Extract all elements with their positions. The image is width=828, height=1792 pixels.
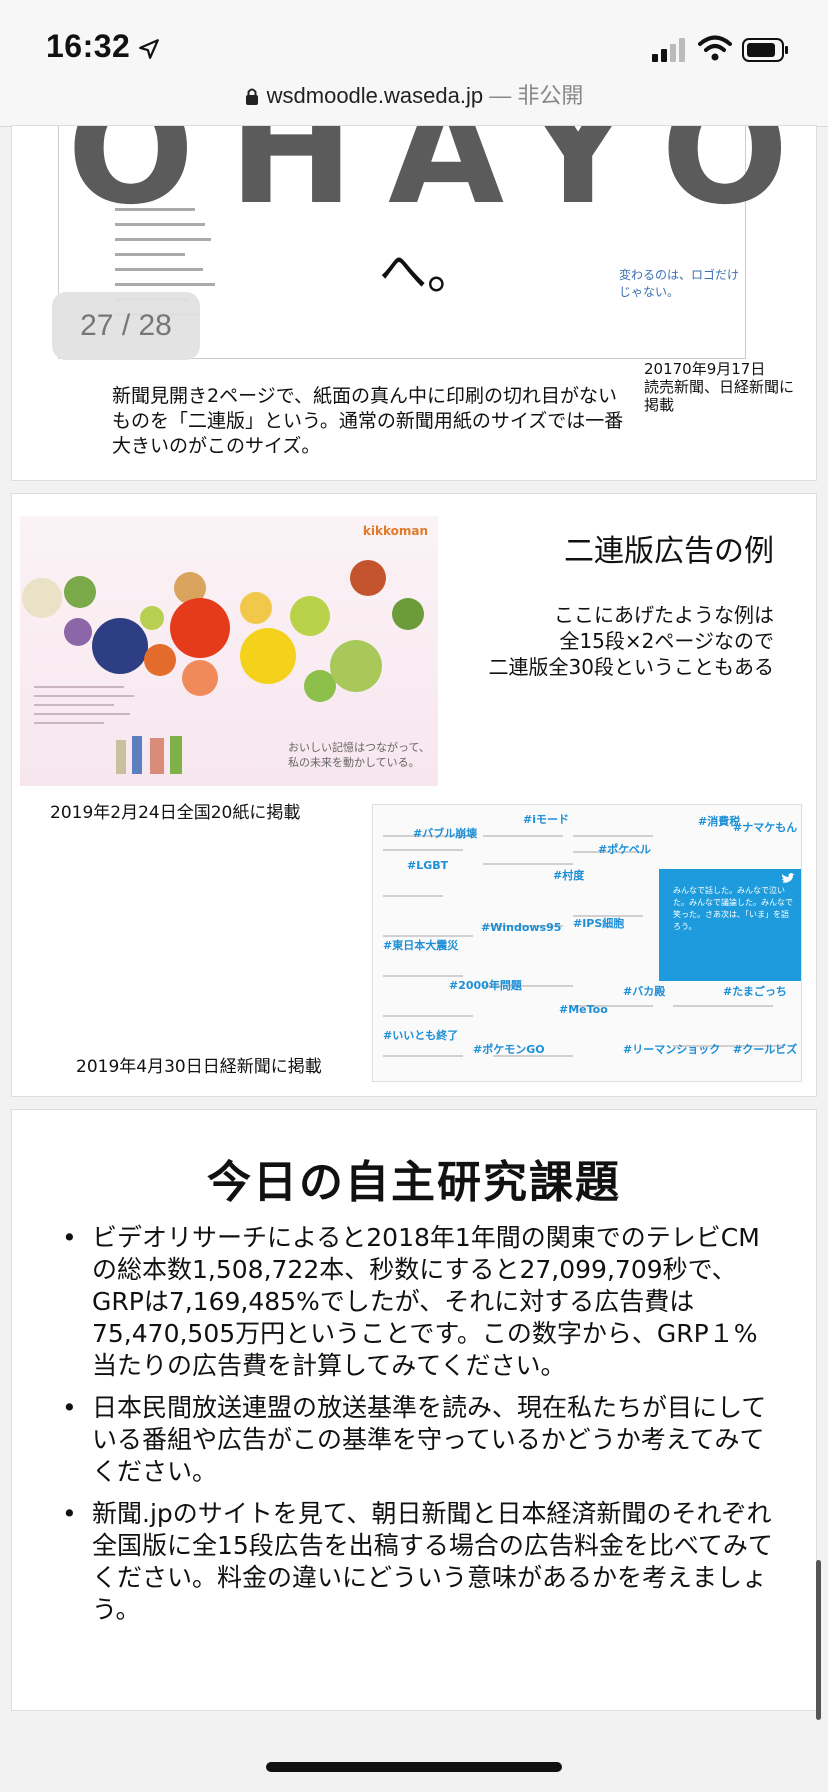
kikkoman-ad-image: kikkoman おいしい記憶はつながって、 私の未来を動かしている。 (20, 516, 438, 786)
list-item: • ビデオリサーチによると2018年1年間の関東でのテレビCMの総本数1,508,… (56, 1222, 776, 1382)
bullet-glyph: • (62, 1223, 77, 1252)
scrollbar[interactable] (816, 1560, 821, 1720)
battery-icon (742, 38, 788, 62)
hashtag: #いいとも終了 (383, 1029, 459, 1042)
ad-tagline: 変わるのは、ロゴだけじゃない。 (619, 268, 740, 299)
hashtag: #2000年問題 (449, 979, 522, 992)
assignment-text: 日本民間放送連盟の放送基準を読み、現在私たちが目にしている番組や広告がこの基準を… (92, 1393, 767, 1486)
slide-nirenban-examples: kikkoman おいしい記憶はつながって、 私の未来を動かしている。 二連版広… (12, 494, 816, 1096)
clock: 16:32 (46, 28, 131, 64)
status-bar: 16:32 wsdmoodle.waseda.jp — 非公開 (0, 0, 828, 127)
kikkoman-body-text (34, 686, 144, 731)
url-bar[interactable]: wsdmoodle.waseda.jp — 非公開 (0, 78, 828, 110)
twitter-caption: 2019年4月30日日経新聞に掲載 (76, 1057, 322, 1077)
hashtag: #バブル崩壊 (413, 827, 478, 840)
slide-ohayo-ad: OHAYO へ。 変わるのは、ロゴだけじゃない。 20170年9月17日 読売新… (12, 126, 816, 480)
hashtag: #IPS細胞 (573, 917, 625, 930)
url-privacy-label: — 非公開 (483, 83, 584, 108)
hashtag: #ナマケもん (733, 821, 798, 834)
assignment-list: • ビデオリサーチによると2018年1年間の関東でのテレビCMの総本数1,508,… (56, 1222, 776, 1636)
slide-description: ここにあげたような例は 全15段×2ページなので 二連版全30段ということもある (489, 602, 774, 680)
slide-title: 二連版広告の例 (564, 534, 774, 569)
ad-date: 20170年9月17日 (644, 360, 766, 378)
hashtag: #リーマンショック (623, 1043, 721, 1056)
wifi-icon (698, 35, 732, 61)
assignment-text: 新聞.jpのサイトを見て、朝日新聞と日本経済新聞のそれぞれ全国版に全15段広告を… (92, 1499, 773, 1624)
ad-publication: 読売新聞、日経新聞に掲載 (644, 378, 795, 414)
hashtag: #iモード (523, 813, 569, 826)
hashtag: #クールビズ (733, 1043, 798, 1056)
kikkoman-tagline: おいしい記憶はつながって、 私の未来を動かしている。 (288, 740, 430, 770)
location-arrow-icon (139, 39, 159, 59)
ad-date-note: 20170年9月17日 読売新聞、日経新聞に掲載 (644, 360, 804, 414)
hashtag: #Windows95 (481, 921, 562, 934)
cellular-signal-icon (652, 38, 685, 62)
hashtag: #LGBT (407, 859, 449, 872)
lock-icon (245, 88, 258, 105)
hashtag: #ポケベル (598, 843, 651, 856)
kikkoman-tagline-line2: 私の未来を動かしている。 (288, 756, 420, 769)
hashtag: #村度 (553, 869, 585, 882)
twitter-ad-image: みんなで話した。みんなで泣いた。みんなで議論した。みんなで笑った。さあ次は、「い… (372, 804, 802, 1082)
kikkoman-caption: 2019年2月24日全国20紙に掲載 (50, 803, 301, 823)
desc-line-2: 全15段×2ページなので (559, 629, 774, 653)
kikkoman-tagline-line1: おいしい記憶はつながって、 (288, 741, 430, 754)
assignment-text: ビデオリサーチによると2018年1年間の関東でのテレビCMの総本数1,508,7… (92, 1223, 760, 1380)
ad-mark: へ。 (379, 244, 476, 300)
slide-caption: 新聞見開き2ページで、紙面の真ん中に印刷の切れ目がないものを「二連版」という。通… (112, 385, 624, 457)
page-indicator: 27 / 28 (52, 292, 200, 360)
hashtag: #たまごっち (723, 985, 787, 998)
desc-line-1: ここにあげたような例は (554, 603, 774, 627)
list-item: • 日本民間放送連盟の放送基準を読み、現在私たちが目にしている番組や広告がこの基準… (56, 1392, 776, 1488)
url-host: wsdmoodle.waseda.jp (266, 83, 484, 108)
bullet-glyph: • (62, 1499, 77, 1528)
desc-line-3: 二連版全30段ということもある (488, 655, 774, 679)
slide-title: 今日の自主研究課題 (207, 1157, 621, 1208)
hashtag: #MeToo (559, 1003, 608, 1016)
twitter-bird-icon (782, 873, 795, 883)
home-indicator[interactable] (266, 1762, 562, 1772)
slide-homework: 今日の自主研究課題 • ビデオリサーチによると2018年1年間の関東でのテレビCM… (12, 1110, 816, 1710)
hashtag: #バカ殿 (623, 985, 666, 998)
hashtag: #ポケモンGO (473, 1043, 545, 1056)
list-item: • 新聞.jpのサイトを見て、朝日新聞と日本経済新聞のそれぞれ全国版に全15段広告… (56, 1498, 776, 1626)
bullet-glyph: • (62, 1393, 77, 1422)
twitter-ad-copy: みんなで話した。みんなで泣いた。みんなで議論した。みんなで笑った。さあ次は、「い… (673, 886, 793, 931)
hashtag: #東日本大震災 (383, 939, 459, 952)
kikkoman-logo: kikkoman (362, 524, 428, 538)
